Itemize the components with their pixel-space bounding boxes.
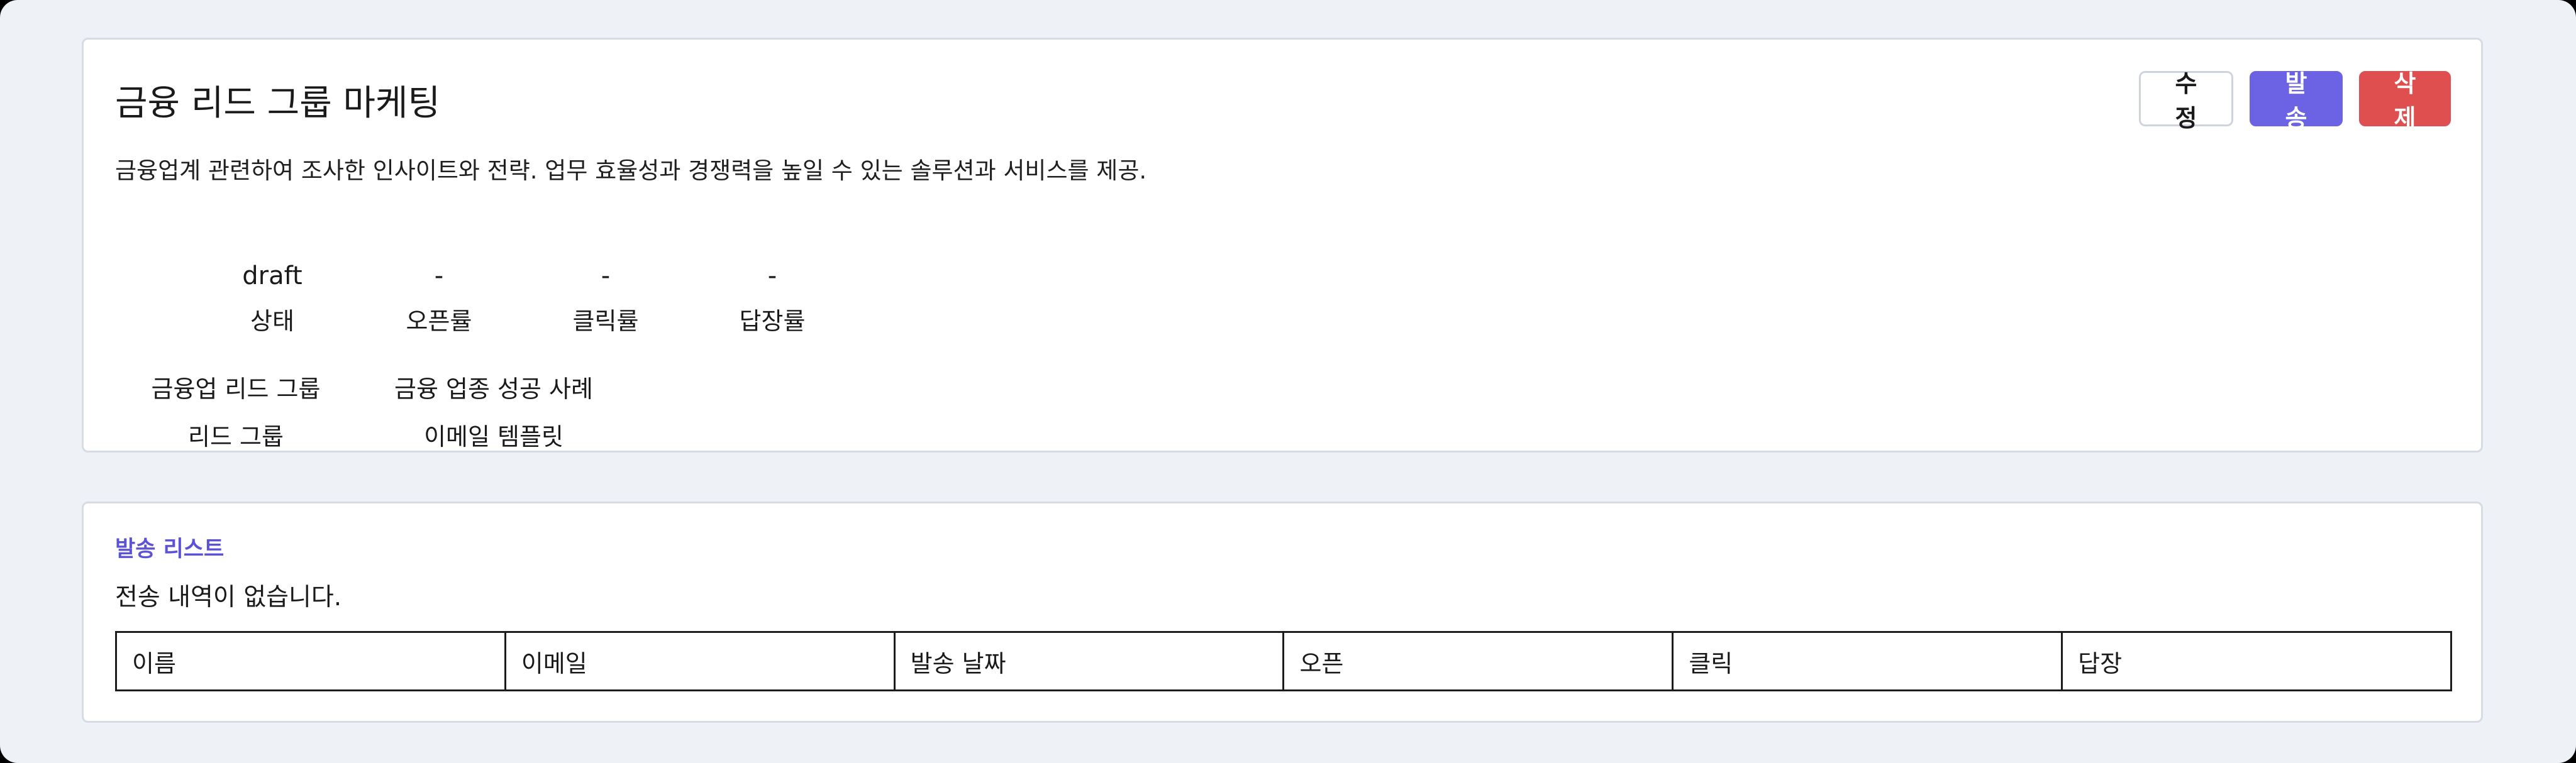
column-header-open: 오픈 bbox=[1282, 631, 1674, 691]
stat-label: 답장률 bbox=[739, 307, 806, 335]
stat-label: 상태 bbox=[250, 307, 294, 335]
column-header-click: 클릭 bbox=[1672, 631, 2063, 691]
stat-value: - bbox=[434, 261, 444, 290]
column-header-name: 이름 bbox=[115, 631, 506, 691]
info-email-template: 금융 업종 성공 사례 이메일 템플릿 bbox=[394, 373, 593, 453]
stat-label: 클릭률 bbox=[572, 307, 639, 335]
campaign-description: 금융업계 관련하여 조사한 인사이트와 전략. 업무 효율성과 경쟁력을 높일 … bbox=[115, 157, 1147, 184]
column-header-sent-date: 발송 날짜 bbox=[893, 631, 1285, 691]
send-list-table: 이름 이메일 발송 날짜 오픈 클릭 답장 bbox=[115, 631, 2452, 691]
email-template-label: 이메일 템플릿 bbox=[424, 423, 564, 451]
campaign-title: 금융 리드 그룹 마케팅 bbox=[115, 83, 441, 124]
column-header-email: 이메일 bbox=[504, 631, 896, 691]
campaign-actions: 수정 발송 삭제 bbox=[2139, 70, 2451, 132]
send-button[interactable]: 발송 bbox=[2250, 70, 2343, 132]
stat-value: - bbox=[601, 261, 611, 290]
campaign-detail-card: 금융 리드 그룹 마케팅 수정 발송 삭제 금융업계 관련하여 조사한 인사이트… bbox=[82, 38, 2483, 453]
stat-reply-rate: - 답장률 bbox=[691, 260, 854, 338]
lead-group-label: 리드 그룹 bbox=[188, 423, 284, 451]
send-list-card: 발송 리스트 전송 내역이 없습니다. 이름 이메일 발송 날짜 오픈 클릭 답… bbox=[82, 502, 2483, 723]
edit-button[interactable]: 수정 bbox=[2139, 70, 2233, 132]
delete-button[interactable]: 삭제 bbox=[2359, 70, 2451, 132]
stat-click-rate: - 클릭률 bbox=[524, 260, 687, 338]
table-header-row: 이름 이메일 발송 날짜 오픈 클릭 답장 bbox=[115, 631, 2452, 691]
stat-label: 오픈률 bbox=[406, 307, 472, 335]
lead-group-value: 금융업 리드 그룹 bbox=[151, 375, 321, 403]
email-template-value: 금융 업종 성공 사례 bbox=[394, 375, 593, 403]
column-header-reply: 답장 bbox=[2061, 631, 2452, 691]
stat-value: draft bbox=[242, 261, 303, 290]
page: 금융 리드 그룹 마케팅 수정 발송 삭제 금융업계 관련하여 조사한 인사이트… bbox=[0, 0, 2576, 763]
empty-message: 전송 내역이 없습니다. bbox=[115, 583, 342, 612]
stat-value: - bbox=[767, 261, 777, 290]
stat-open-rate: - 오픈률 bbox=[357, 260, 521, 338]
info-lead-group: 금융업 리드 그룹 리드 그룹 bbox=[152, 373, 321, 453]
send-list-title: 발송 리스트 bbox=[115, 537, 225, 562]
stat-status: draft 상태 bbox=[191, 260, 354, 338]
